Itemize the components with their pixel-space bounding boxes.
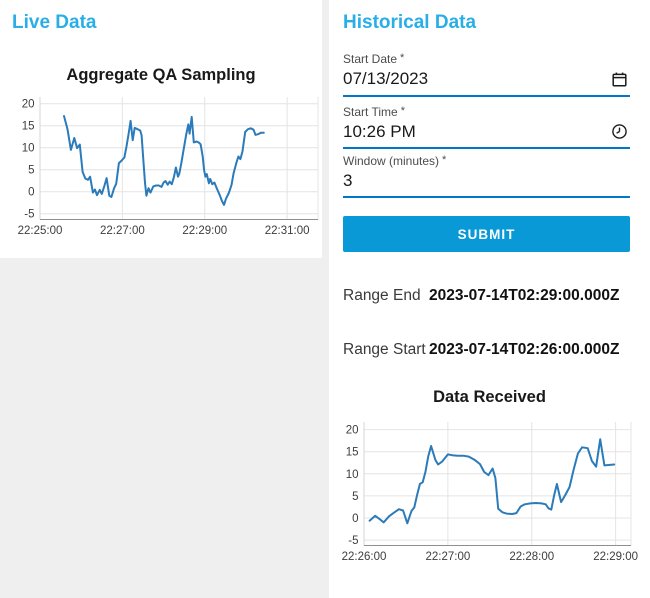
range-end-value: 2023-07-14T02:29:00.000Z xyxy=(429,287,620,304)
submit-button[interactable]: SUBMIT xyxy=(343,216,630,252)
required-mark: * xyxy=(400,105,405,117)
x-tick-label: 22:25:00 xyxy=(18,225,63,237)
y-tick-label: 10 xyxy=(22,143,35,155)
y-tick-label: 5 xyxy=(28,165,34,177)
historical-chart-title: Data Received xyxy=(433,388,546,406)
historical-panel-title: Historical Data xyxy=(343,12,477,33)
historical-chart: -5 0 5 10 15 20 22:26:00 22:27:00 22:28:00 22:29:… xyxy=(342,422,638,563)
y-tick-label: -5 xyxy=(24,209,34,221)
x-tick-label: 22:27:00 xyxy=(100,225,145,237)
clock-icon[interactable] xyxy=(611,123,628,140)
y-tick-label: 15 xyxy=(346,447,359,459)
required-mark: * xyxy=(442,154,447,166)
y-tick-label: 20 xyxy=(22,99,35,111)
app-root: Live Data Aggregate QA Sampling -5 0 5 10 15… xyxy=(0,0,650,598)
live-chart: -5 0 5 10 15 20 22:25:00 22:27:00 22:29:00 22:31:… xyxy=(18,97,319,237)
x-tick-label: 22:29:00 xyxy=(182,225,227,237)
y-tick-label: 10 xyxy=(346,469,359,481)
y-tick-label: 0 xyxy=(352,513,358,525)
window-minutes-field[interactable]: Window (minutes) * 3 xyxy=(343,152,630,198)
range-end-label: Range End xyxy=(343,287,421,304)
y-tick-label: -5 xyxy=(348,535,358,547)
start-date-label: Start Date * xyxy=(343,52,405,66)
range-end-row: Range End 2023-07-14T02:29:00.000Z xyxy=(343,287,619,305)
start-date-input[interactable]: 07/13/2023 xyxy=(343,69,630,89)
window-minutes-input[interactable]: 3 xyxy=(343,171,630,191)
required-mark: * xyxy=(400,52,405,64)
x-tick-label: 22:26:00 xyxy=(342,551,387,563)
y-tick-label: 0 xyxy=(28,187,34,199)
start-time-field[interactable]: Start Time * 10:26 PM xyxy=(343,103,630,149)
range-start-value: 2023-07-14T02:26:00.000Z xyxy=(429,341,620,358)
x-tick-label: 22:31:00 xyxy=(265,225,310,237)
start-time-input[interactable]: 10:26 PM xyxy=(343,122,630,142)
x-tick-label: 22:27:00 xyxy=(425,551,470,563)
y-tick-label: 5 xyxy=(352,491,358,503)
live-chart-title: Aggregate QA Sampling xyxy=(66,66,256,84)
y-tick-label: 15 xyxy=(22,121,35,133)
window-minutes-label: Window (minutes) * xyxy=(343,154,447,168)
start-time-label: Start Time * xyxy=(343,105,405,119)
range-start-row: Range Start 2023-07-14T02:26:00.000Z xyxy=(343,341,619,359)
x-tick-label: 22:29:00 xyxy=(593,551,638,563)
live-panel-title: Live Data xyxy=(12,12,97,33)
y-tick-label: 20 xyxy=(346,425,359,437)
start-date-field[interactable]: Start Date * 07/13/2023 xyxy=(343,50,630,97)
calendar-icon[interactable] xyxy=(611,71,628,88)
x-tick-label: 22:28:00 xyxy=(509,551,554,563)
range-start-label: Range Start xyxy=(343,341,426,358)
